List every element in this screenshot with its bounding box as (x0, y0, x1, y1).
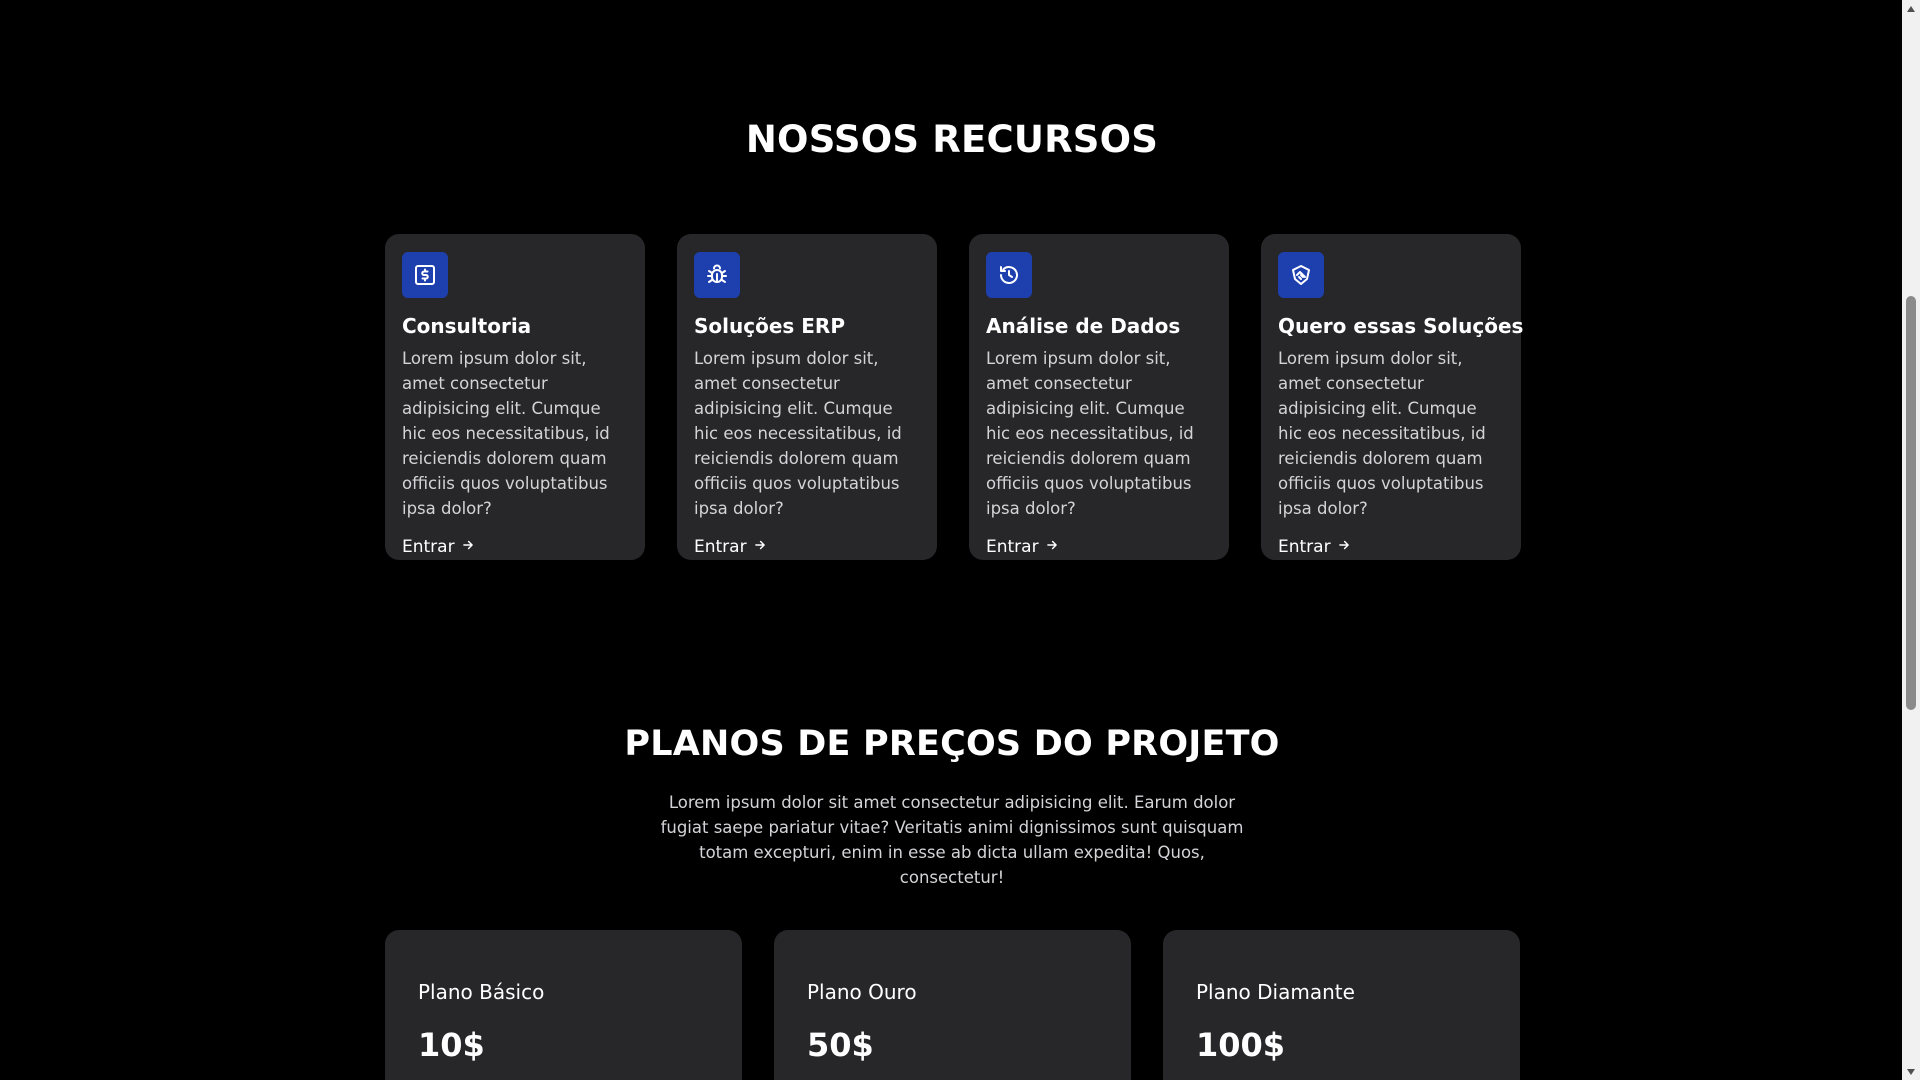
arrow-right-icon (461, 537, 475, 557)
feature-title: Quero essas Soluções (1278, 314, 1524, 338)
scroll-down-arrow-icon[interactable] (1902, 1063, 1920, 1080)
feature-description: Lorem ipsum dolor sit, amet consectetur … (1278, 349, 1486, 518)
feature-link-label: Entrar (986, 537, 1039, 557)
feature-card-erp: Soluções ERP Lorem ipsum dolor sit, amet… (677, 234, 937, 560)
plan-name: Plano Ouro (807, 980, 917, 1004)
feature-card-consultoria: Consultoria Lorem ipsum dolor sit, amet … (385, 234, 645, 560)
dollar-sign-icon (402, 252, 448, 298)
feature-enter-link[interactable]: Entrar (1278, 537, 1351, 557)
plan-card-basic: Plano Básico 10$ (385, 930, 742, 1080)
vertical-scrollbar[interactable] (1902, 0, 1920, 1080)
feature-link-label: Entrar (694, 537, 747, 557)
feature-link-label: Entrar (1278, 537, 1331, 557)
feature-description: Lorem ipsum dolor sit, amet consectetur … (986, 349, 1194, 518)
pricing-plans: Plano Básico 10$ Plano Ouro 50$ Plano Di… (385, 930, 1521, 1080)
plan-name: Plano Diamante (1196, 980, 1355, 1004)
page: NOSSOS RECURSOS Consultoria Lorem ipsum … (0, 0, 1902, 1080)
plan-price: 10$ (418, 1026, 485, 1064)
plan-name: Plano Básico (418, 980, 545, 1004)
feature-title: Consultoria (402, 314, 532, 338)
plan-price: 50$ (807, 1026, 874, 1064)
bug-icon (694, 252, 740, 298)
arrow-right-icon (753, 537, 767, 557)
scroll-up-arrow-icon[interactable] (1902, 0, 1920, 17)
history-icon (986, 252, 1032, 298)
features-section-title: NOSSOS RECURSOS (745, 118, 1159, 161)
handshake-icon (1278, 252, 1324, 298)
feature-title: Soluções ERP (694, 314, 845, 338)
feature-description: Lorem ipsum dolor sit, amet consectetur … (402, 349, 610, 518)
arrow-right-icon (1337, 537, 1351, 557)
feature-title: Análise de Dados (986, 314, 1181, 338)
feature-enter-link[interactable]: Entrar (986, 537, 1059, 557)
pricing-description: Lorem ipsum dolor sit amet consectetur a… (660, 793, 1244, 887)
plan-card-diamond: Plano Diamante 100$ (1163, 930, 1520, 1080)
feature-enter-link[interactable]: Entrar (694, 537, 767, 557)
plan-price: 100$ (1196, 1026, 1286, 1064)
feature-description: Lorem ipsum dolor sit, amet consectetur … (694, 349, 902, 518)
arrow-right-icon (1045, 537, 1059, 557)
pricing-section-title: PLANOS DE PREÇOS DO PROJETO (624, 724, 1280, 764)
feature-card-data-analysis: Análise de Dados Lorem ipsum dolor sit, … (969, 234, 1229, 560)
plan-card-gold: Plano Ouro 50$ (774, 930, 1131, 1080)
feature-card-solutions: Quero essas Soluções Lorem ipsum dolor s… (1261, 234, 1524, 560)
feature-enter-link[interactable]: Entrar (402, 537, 475, 557)
features-grid: Consultoria Lorem ipsum dolor sit, amet … (385, 234, 1524, 560)
feature-link-label: Entrar (402, 537, 455, 557)
scrollbar-thumb[interactable] (1906, 296, 1916, 710)
